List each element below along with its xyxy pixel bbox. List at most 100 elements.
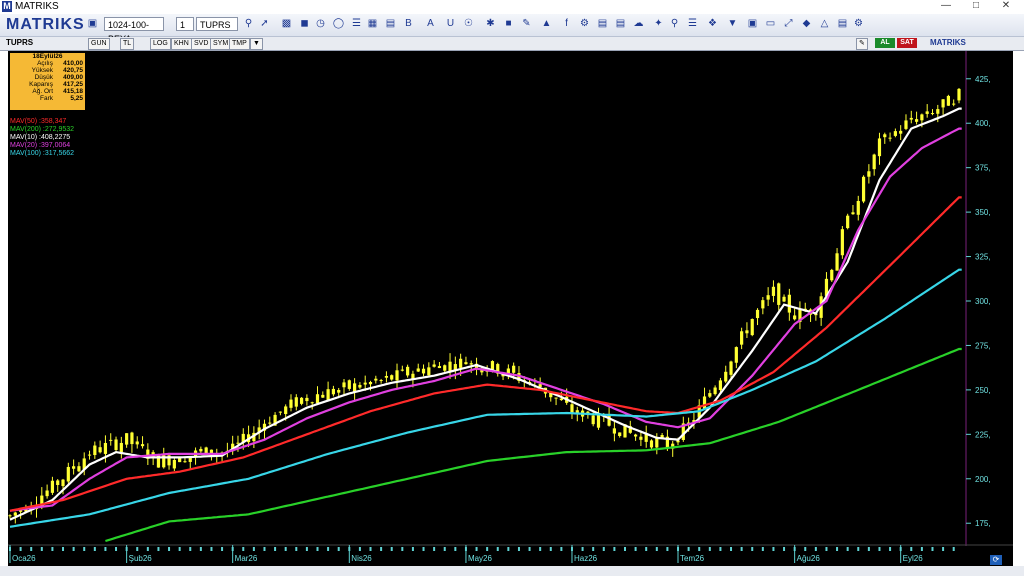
x-tick-mark bbox=[422, 547, 425, 551]
brand-logo: MATRIKS bbox=[6, 16, 85, 33]
x-tick-mark bbox=[136, 547, 139, 551]
x-tick-label: Eyl26 bbox=[903, 554, 924, 563]
filter-icon[interactable]: ▼ bbox=[726, 17, 739, 31]
x-tick-mark bbox=[539, 547, 542, 551]
candle-body bbox=[952, 103, 956, 105]
x-tick-mark bbox=[698, 547, 701, 551]
twitter-icon[interactable]: ✦ bbox=[652, 17, 665, 31]
alert-icon[interactable]: A bbox=[424, 17, 437, 31]
candle-body bbox=[140, 444, 145, 447]
calendar-icon[interactable]: ▤ bbox=[596, 17, 609, 31]
candle-body bbox=[459, 358, 463, 368]
khn-button[interactable]: KHN bbox=[171, 38, 192, 50]
draw-tool-icon[interactable]: ➚ bbox=[258, 17, 271, 31]
minimize-icon[interactable]: — bbox=[934, 0, 958, 11]
warning-icon[interactable]: △ bbox=[818, 17, 831, 31]
layers-icon[interactable]: ☰ bbox=[686, 17, 699, 31]
x-tick-mark bbox=[295, 547, 298, 551]
x-tick-mark bbox=[836, 547, 839, 551]
compare-icon[interactable]: ☁ bbox=[632, 17, 645, 31]
sell-button[interactable]: SAT bbox=[897, 38, 917, 48]
x-tick-mark bbox=[358, 547, 361, 551]
x-tick-mark bbox=[942, 547, 945, 551]
svd-button[interactable]: SVD bbox=[191, 38, 212, 50]
clock-icon[interactable]: ◷ bbox=[314, 17, 327, 31]
dropdown-arrow-icon[interactable]: ▼ bbox=[250, 38, 263, 50]
chart-type-icon[interactable]: ▩ bbox=[280, 17, 293, 31]
chart-icon[interactable]: ▲ bbox=[540, 17, 553, 31]
gauge-icon[interactable]: ✱ bbox=[484, 17, 497, 31]
bold-b-icon[interactable]: B bbox=[402, 17, 415, 31]
candle-body bbox=[734, 347, 738, 363]
candle-body bbox=[119, 442, 123, 453]
candle-body bbox=[278, 411, 282, 413]
currency-button[interactable]: TL bbox=[120, 38, 135, 50]
sym-button[interactable]: SYM bbox=[210, 38, 232, 50]
candle-body bbox=[130, 432, 134, 445]
price-chart-svg[interactable]: 175, 200, 225, 250, 275, 300, 325, 350, 375, 400,… bbox=[8, 51, 1013, 566]
symbol-input[interactable]: TUPRS bbox=[196, 17, 238, 31]
x-tick-mark bbox=[443, 547, 446, 551]
edit-icon[interactable]: ✎ bbox=[856, 38, 868, 50]
function-icon[interactable]: f bbox=[560, 17, 573, 31]
candle-body bbox=[56, 480, 60, 485]
table-icon[interactable]: ▤ bbox=[384, 17, 397, 31]
main-toolbar: MATRIKS ▣ 1024-100-BEYA 1 TUPRS ⚲ ➚ ▩ ◼ … bbox=[0, 14, 1024, 44]
candle-body bbox=[331, 388, 336, 395]
candle-body bbox=[72, 466, 76, 469]
period-button[interactable]: GUN bbox=[88, 38, 110, 50]
tmp-button[interactable]: TMP bbox=[229, 38, 250, 50]
candle-body bbox=[432, 364, 436, 367]
save-icon[interactable]: ▣ bbox=[86, 17, 99, 31]
legend-mav200: MAV(200) :272,9532 bbox=[10, 126, 75, 133]
x-tick-label: Tem26 bbox=[680, 554, 705, 563]
candle-body bbox=[512, 365, 516, 373]
price-chart[interactable]: 175, 200, 225, 250, 275, 300, 325, 350, 375, 400,… bbox=[8, 51, 1013, 566]
grid-icon[interactable]: ▦ bbox=[366, 17, 379, 31]
list-icon[interactable]: ☰ bbox=[350, 17, 363, 31]
x-tick-mark bbox=[772, 547, 775, 551]
candle-body bbox=[766, 295, 770, 300]
x-tick-mark bbox=[327, 547, 330, 551]
zoom-icon[interactable]: ⚲ bbox=[242, 17, 255, 31]
x-tick-mark bbox=[30, 547, 33, 551]
candle-body bbox=[368, 382, 373, 385]
calculator-icon[interactable]: ▤ bbox=[836, 17, 849, 31]
candle-body bbox=[199, 448, 203, 452]
candle-body bbox=[771, 286, 776, 296]
u-tool-icon[interactable]: U bbox=[444, 17, 457, 31]
x-tick-mark bbox=[952, 547, 955, 551]
tools-icon[interactable]: ❖ bbox=[706, 17, 719, 31]
lock-icon[interactable]: ◆ bbox=[800, 17, 813, 31]
settings-icon[interactable]: ⚙ bbox=[578, 17, 591, 31]
maximize-icon[interactable]: □ bbox=[964, 0, 988, 11]
circle-icon[interactable]: ◯ bbox=[332, 17, 345, 31]
percent-icon[interactable]: ☉ bbox=[462, 17, 475, 31]
chart-header-bar: TUPRS GUN TL LOG KHN SVD SYM TMP ▼ ✎ AL … bbox=[0, 37, 1024, 51]
y-tick-label: 275, bbox=[975, 341, 991, 350]
money-icon[interactable]: ▣ bbox=[746, 17, 759, 31]
template-select[interactable]: 1024-100-BEYA bbox=[104, 17, 164, 44]
search-icon[interactable]: ⚲ bbox=[668, 17, 681, 31]
screen-icon[interactable]: ▭ bbox=[764, 17, 777, 31]
stop-icon[interactable]: ■ bbox=[502, 17, 515, 31]
expand-icon[interactable]: ⤢ bbox=[782, 17, 795, 31]
candle-body bbox=[305, 397, 309, 402]
log-button[interactable]: LOG bbox=[150, 38, 171, 50]
candle-body bbox=[50, 480, 55, 493]
buy-button[interactable]: AL bbox=[875, 38, 895, 48]
x-tick-mark bbox=[857, 547, 860, 551]
candle-body bbox=[490, 361, 495, 370]
candle-body bbox=[750, 319, 754, 336]
help-icon[interactable]: ⚙ bbox=[852, 17, 865, 31]
layout-select[interactable]: 1 bbox=[176, 17, 194, 31]
news-icon[interactable]: ✎ bbox=[520, 17, 533, 31]
x-tick-mark bbox=[93, 547, 96, 551]
candle-body bbox=[421, 368, 426, 374]
candle-body bbox=[337, 390, 341, 393]
ruler-icon[interactable]: ▤ bbox=[614, 17, 627, 31]
candle-body bbox=[443, 365, 447, 371]
refresh-icon[interactable]: ⟳ bbox=[990, 555, 1002, 565]
close-icon[interactable]: ✕ bbox=[994, 0, 1018, 11]
cube-icon[interactable]: ◼ bbox=[298, 17, 311, 31]
